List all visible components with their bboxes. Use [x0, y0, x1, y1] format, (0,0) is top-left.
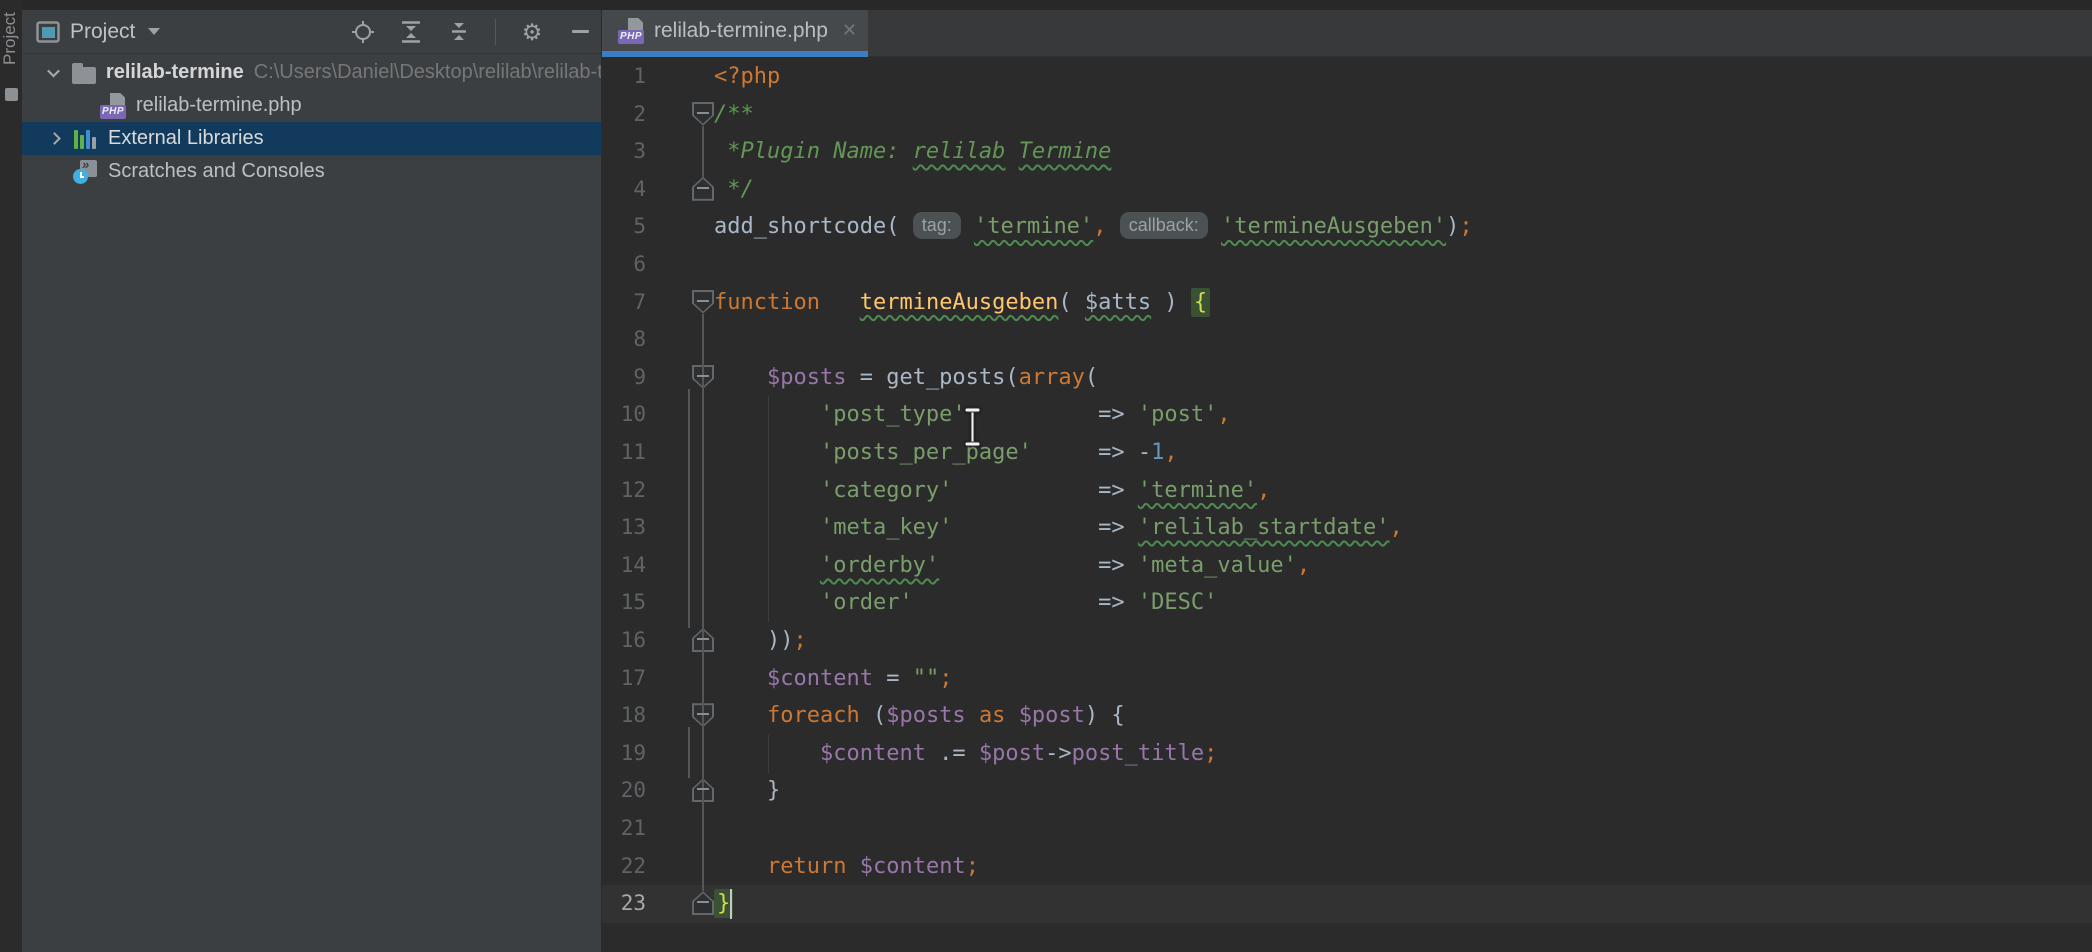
php-icon: [100, 93, 126, 119]
panel-editor-splitter[interactable]: [601, 0, 602, 952]
libraries-icon: [72, 126, 98, 152]
code-line-4[interactable]: 4 */: [602, 171, 2092, 209]
ide-window: Project Project: [0, 0, 2092, 952]
locate-file-icon[interactable]: [351, 20, 375, 44]
line-number: 16: [602, 622, 646, 660]
code-line-9[interactable]: 9 $posts = get_posts(array(: [602, 359, 2092, 397]
editor-tab-bar: relilab-termine.php ✕: [602, 10, 2092, 57]
code-editor[interactable]: 1<?php2/**3 *Plugin Name: relilab Termin…: [602, 57, 2092, 952]
line-number: 22: [602, 848, 646, 886]
project-tool-window-icon: [36, 20, 60, 44]
line-number: 2: [602, 96, 646, 134]
editor-area: relilab-termine.php ✕ 1<?php2/**3 *Plugi…: [602, 0, 2092, 952]
code-line-15[interactable]: 15 'order' => 'DESC': [602, 584, 2092, 622]
line-number: 10: [602, 396, 646, 434]
line-number: 9: [602, 359, 646, 397]
tree-row-relilab-termine-php[interactable]: relilab-termine.php: [22, 89, 602, 122]
tree-row-scratches-and-consoles[interactable]: Scratches and Consoles: [22, 155, 602, 188]
fold-range-line: [688, 389, 690, 628]
fold-range-line: [702, 314, 704, 892]
php-file-icon: [618, 18, 644, 44]
code-line-16[interactable]: 16 ));: [602, 622, 2092, 660]
tree-item-path: C:\Users\Daniel\Desktop\relilab\relilab-…: [254, 61, 602, 84]
project-panel: Project: [22, 0, 602, 952]
code-line-5[interactable]: 5add_shortcode( tag: 'termine', callback…: [602, 208, 2092, 246]
code-line-6[interactable]: 6: [602, 246, 2092, 284]
code-line-3[interactable]: 3 *Plugin Name: relilab Termine: [602, 133, 2092, 171]
line-number: 12: [602, 472, 646, 510]
tree-item-label: relilab-termine: [106, 61, 244, 84]
code-line-10[interactable]: 10 'post_type' => 'post',: [602, 396, 2092, 434]
line-number: 23: [602, 885, 646, 923]
tab-label: relilab-termine.php: [654, 19, 828, 43]
tool-window-bar: Project: [0, 0, 22, 952]
fold-marker[interactable]: [692, 177, 714, 201]
line-number: 11: [602, 434, 646, 472]
code-line-7[interactable]: 7function termineAusgeben( $atts ) {: [602, 284, 2092, 322]
code-line-13[interactable]: 13 'meta_key' => 'relilab_startdate',: [602, 509, 2092, 547]
code-line-18[interactable]: 18 foreach ($posts as $post) {: [602, 697, 2092, 735]
line-number: 3: [602, 133, 646, 171]
project-panel-title[interactable]: Project: [70, 20, 135, 44]
chevron-down-icon[interactable]: [48, 65, 61, 78]
tab-relilab-termine-php[interactable]: relilab-termine.php ✕: [602, 10, 868, 51]
fold-range-line: [702, 126, 704, 177]
line-number: 5: [602, 208, 646, 246]
code-line-22[interactable]: 22 return $content;: [602, 848, 2092, 886]
line-number: 17: [602, 660, 646, 698]
text-caret: [730, 889, 732, 919]
code-line-8[interactable]: 8: [602, 321, 2092, 359]
line-number: 21: [602, 810, 646, 848]
chevron-down-icon[interactable]: [147, 27, 161, 36]
collapse-all-icon[interactable]: [399, 20, 423, 44]
code-line-19[interactable]: 19 $content .= $post->post_title;: [602, 735, 2092, 773]
scratches-icon: [72, 159, 98, 185]
line-number: 13: [602, 509, 646, 547]
code-line-17[interactable]: 17 $content = "";: [602, 660, 2092, 698]
tree-item-label: External Libraries: [108, 127, 264, 150]
tree-item-label: relilab-termine.php: [136, 94, 302, 117]
gear-icon[interactable]: ⚙: [520, 20, 544, 44]
close-tab-icon[interactable]: ✕: [842, 20, 857, 41]
stripe-square-icon: [5, 88, 18, 101]
project-panel-header: Project: [22, 10, 602, 54]
tree-row-relilab-termine[interactable]: relilab-termine C:\Users\Daniel\Desktop\r…: [22, 56, 602, 89]
code-line-1[interactable]: 1<?php: [602, 58, 2092, 96]
code-line-12[interactable]: 12 'category' => 'termine',: [602, 472, 2092, 510]
collapse-icon[interactable]: [447, 20, 471, 44]
line-number: 7: [602, 284, 646, 322]
code-line-20[interactable]: 20 }: [602, 772, 2092, 810]
line-number: 6: [602, 246, 646, 284]
fold-marker[interactable]: [692, 290, 714, 314]
line-number: 8: [602, 321, 646, 359]
code-line-23[interactable]: 23}: [602, 885, 2092, 923]
folder-icon: [72, 67, 96, 84]
toolbar-separator: [495, 19, 496, 45]
window-top-strip: [0, 0, 2092, 10]
tree-item-label: Scratches and Consoles: [108, 160, 325, 183]
fold-range-line: [688, 727, 690, 778]
line-number: 4: [602, 171, 646, 209]
line-number: 20: [602, 772, 646, 810]
code-line-14[interactable]: 14 'orderby' => 'meta_value',: [602, 547, 2092, 585]
project-stripe-button[interactable]: Project: [0, 12, 22, 152]
hide-panel-icon[interactable]: [568, 20, 592, 44]
line-number: 14: [602, 547, 646, 585]
line-number: 19: [602, 735, 646, 773]
fold-marker[interactable]: [692, 102, 714, 126]
project-tree: relilab-termine C:\Users\Daniel\Desktop\r…: [22, 56, 602, 188]
line-number: 1: [602, 58, 646, 96]
code-line-21[interactable]: 21: [602, 810, 2092, 848]
tree-row-external-libraries[interactable]: External Libraries: [22, 122, 602, 155]
line-number: 15: [602, 584, 646, 622]
code-line-2[interactable]: 2/**: [602, 96, 2092, 134]
line-number: 18: [602, 697, 646, 735]
fold-marker[interactable]: [692, 891, 714, 915]
ibeam-mouse-cursor: [960, 406, 986, 448]
code-line-11[interactable]: 11 'posts_per_page' => -1,: [602, 434, 2092, 472]
chevron-right-icon[interactable]: [48, 132, 61, 145]
